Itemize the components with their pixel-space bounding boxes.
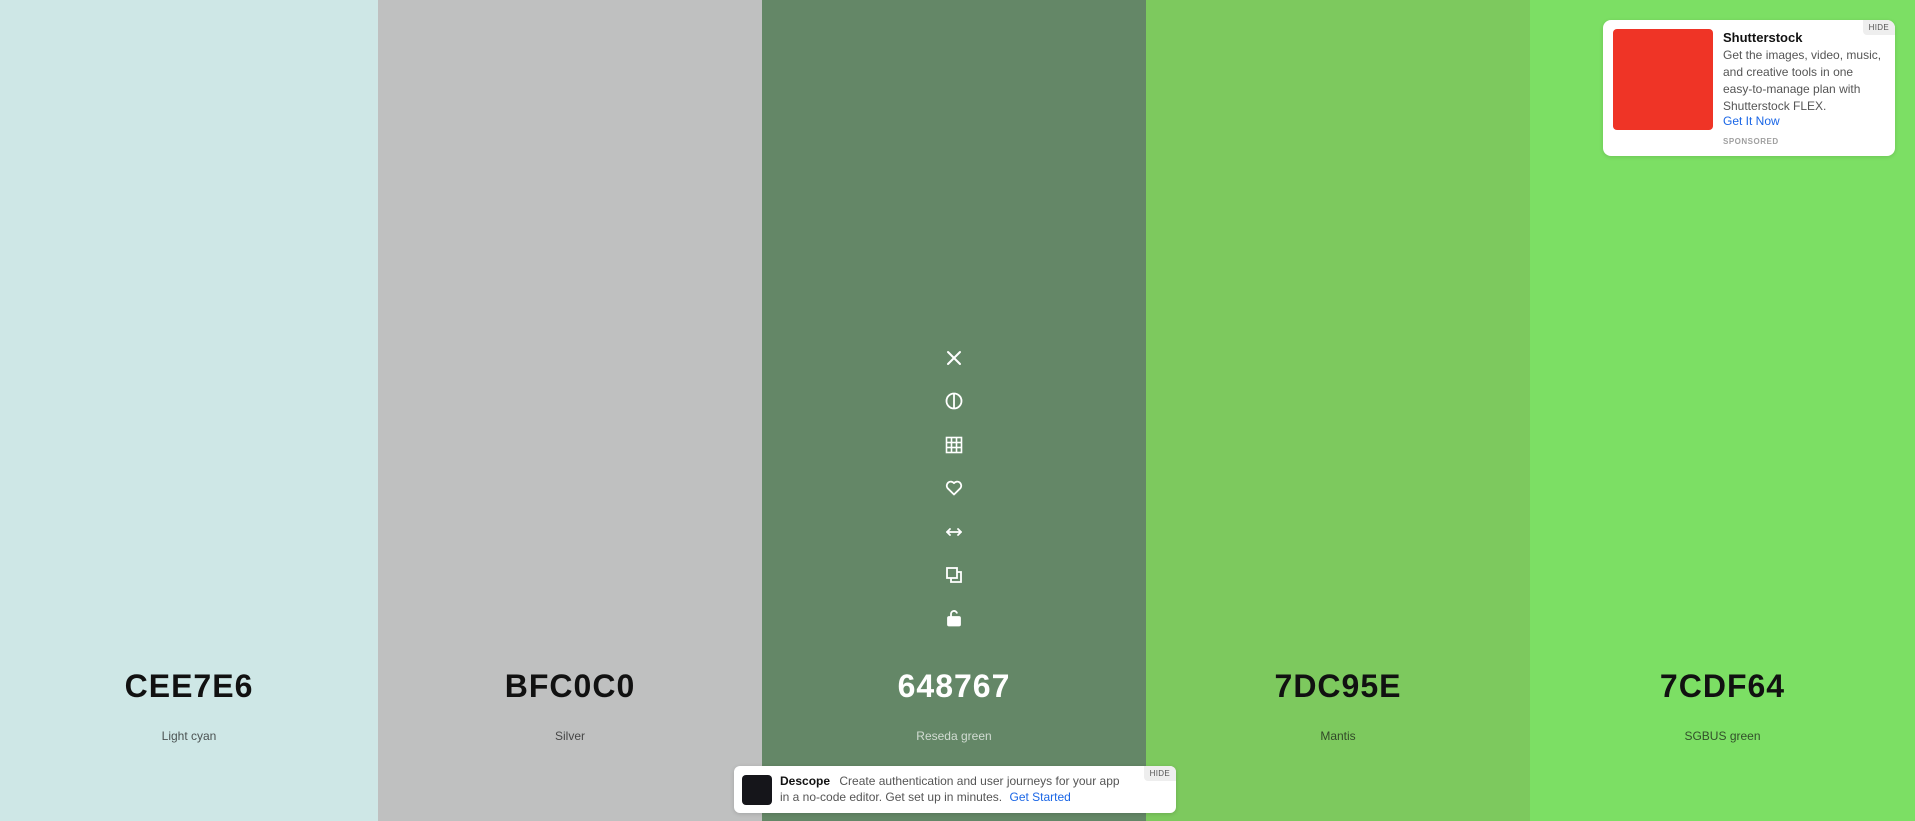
ad-cta-link[interactable]: Get It Now — [1723, 114, 1780, 128]
save-color-button[interactable] — [940, 474, 968, 502]
drag-button[interactable] — [940, 518, 968, 546]
grid-icon — [945, 436, 963, 454]
sponsored-label: SPONSORED — [1723, 137, 1779, 146]
copy-icon — [946, 567, 962, 583]
swatch-2[interactable]: BFC0C0 Silver — [378, 0, 762, 821]
color-name[interactable]: SGBUS green — [1530, 729, 1915, 743]
hide-ad-button[interactable]: HIDE — [1862, 20, 1895, 35]
sponsored-ad-card[interactable]: Shutterstock Get the images, video, musi… — [1603, 20, 1895, 156]
ad-title[interactable]: Shutterstock — [1723, 30, 1802, 45]
sponsored-banner[interactable]: Descope Create authentication and user j… — [734, 766, 1176, 813]
color-name[interactable]: Silver — [378, 729, 762, 743]
swatch-3-active[interactable]: 648767 Reseda green — [762, 0, 1146, 821]
unlock-icon — [947, 610, 961, 627]
swatch-toolbar — [762, 344, 1146, 648]
hide-banner-button[interactable]: HIDE — [1143, 766, 1176, 781]
color-hex[interactable]: CEE7E6 — [0, 668, 378, 705]
swatch-1[interactable]: CEE7E6 Light cyan — [0, 0, 378, 821]
banner-brand: Descope — [780, 774, 831, 788]
color-name[interactable]: Mantis — [1146, 729, 1530, 743]
banner-text: Descope Create authentication and user j… — [780, 773, 1120, 805]
color-hex[interactable]: 7CDF64 — [1530, 668, 1915, 705]
color-name[interactable]: Reseda green — [762, 729, 1146, 743]
color-name[interactable]: Light cyan — [0, 729, 378, 743]
shades-button[interactable] — [940, 387, 968, 415]
color-hex[interactable]: BFC0C0 — [378, 668, 762, 705]
heart-icon — [945, 480, 963, 496]
drag-horizontal-icon — [946, 527, 962, 536]
descope-logo — [742, 775, 772, 805]
ad-image[interactable] — [1613, 29, 1713, 130]
close-icon — [947, 351, 961, 365]
swatch-4[interactable]: 7DC95E Mantis — [1146, 0, 1530, 821]
remove-color-button[interactable] — [940, 344, 968, 372]
view-shades-button[interactable] — [940, 431, 968, 459]
ad-description: Get the images, video, music, and creati… — [1723, 48, 1882, 113]
copy-hex-button[interactable] — [940, 561, 968, 589]
contrast-icon — [945, 392, 963, 410]
lock-color-button[interactable] — [940, 604, 968, 632]
color-hex[interactable]: 7DC95E — [1146, 668, 1530, 705]
color-hex[interactable]: 648767 — [762, 668, 1146, 705]
banner-cta-link[interactable]: Get Started — [1009, 790, 1070, 804]
